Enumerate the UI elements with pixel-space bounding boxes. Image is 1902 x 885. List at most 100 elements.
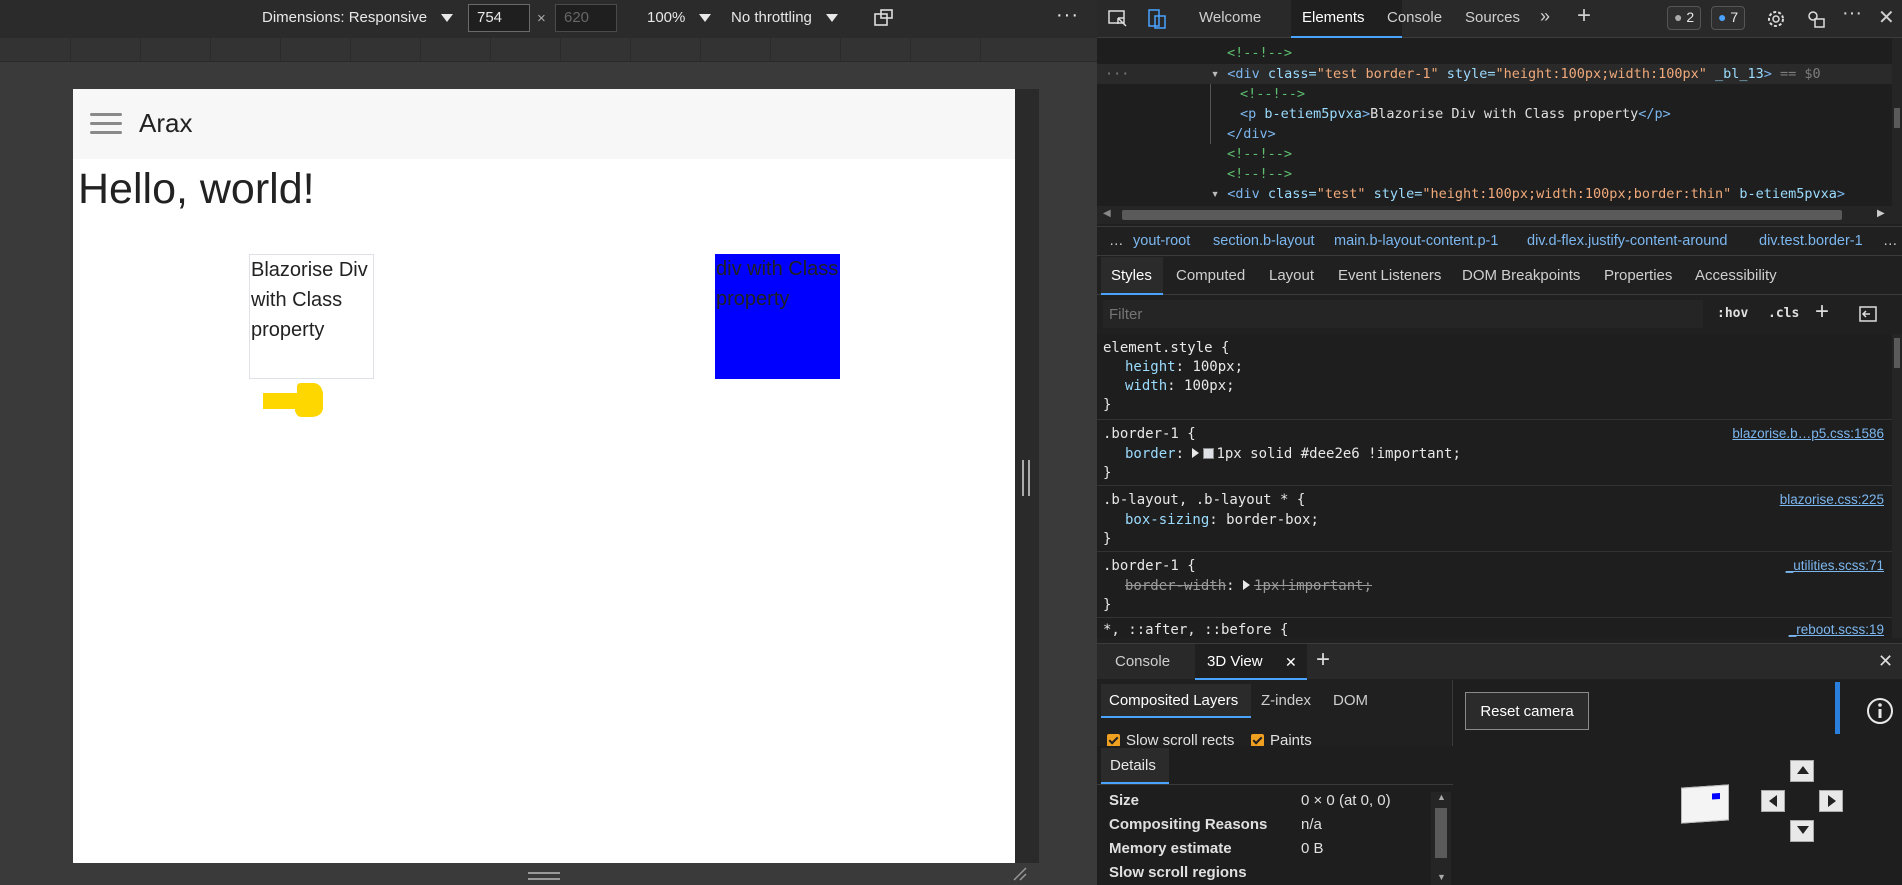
zoom-dropdown[interactable]: 100% [647, 9, 712, 26]
add-drawer-tab-icon[interactable]: + [1316, 646, 1330, 674]
devtools-panel: Welcome Elements Console Sources » + ● 2… [1097, 0, 1902, 885]
settings-gear-icon[interactable] [1765, 8, 1787, 30]
node-ellipsis-icon[interactable]: ··· [1105, 66, 1129, 82]
throttling-dropdown[interactable]: No throttling [731, 9, 838, 26]
pan-down-button[interactable] [1790, 820, 1814, 842]
rule-property[interactable]: border: 1px solid #dee2e6 !important; [1125, 446, 1461, 462]
tab-welcome[interactable]: Welcome [1199, 9, 1261, 26]
corner-resize-icon[interactable] [1012, 866, 1028, 882]
styles-scrollbar[interactable] [1892, 334, 1902, 638]
dom-line[interactable]: <!--!--> [1227, 146, 1292, 162]
slider-track[interactable] [1835, 682, 1840, 734]
pan-left-button[interactable] [1761, 790, 1785, 812]
breadcrumb-item[interactable]: … [1883, 233, 1898, 249]
rule-source-link[interactable]: _reboot.scss:19 [1789, 622, 1884, 637]
dom-line[interactable]: <p b-etiem5pvxa>Blazorise Div with Class… [1240, 106, 1671, 122]
inspect-element-icon[interactable] [1107, 8, 1129, 30]
bottom-resize-handle[interactable] [528, 872, 560, 880]
filter-input[interactable] [1103, 300, 1703, 328]
rule-property-overridden[interactable]: border-width: 1px!important; [1125, 578, 1372, 594]
rotate-button[interactable] [873, 8, 895, 28]
device-emulation-area: Dimensions: Responsive 754 × 620 100% No… [0, 0, 1097, 885]
styles-subtabs: Styles Computed Layout Event Listeners D… [1097, 257, 1902, 295]
drawer-tabbar: Console 3D View ✕ + ✕ [1097, 643, 1902, 680]
tab-event-listeners[interactable]: Event Listeners [1338, 267, 1441, 284]
rule-source-link[interactable]: blazorise.css:225 [1780, 492, 1884, 507]
more-tabs-icon[interactable]: » [1540, 6, 1550, 27]
close-tab-icon[interactable]: ✕ [1285, 654, 1297, 671]
drawer-tab-console[interactable]: Console [1115, 653, 1170, 670]
breadcrumb-item[interactable]: … [1109, 233, 1124, 249]
tab-dom-breakpoints[interactable]: DOM Breakpoints [1462, 267, 1580, 284]
resize-handle[interactable] [1022, 460, 1030, 496]
rule-property[interactable]: box-sizing: border-box; [1125, 512, 1319, 528]
tab-styles[interactable]: Styles [1111, 267, 1152, 284]
tab-computed[interactable]: Computed [1176, 267, 1245, 284]
more-options-icon[interactable]: ··· [1056, 4, 1079, 27]
rule-source-link[interactable]: blazorise.b…p5.css:1586 [1732, 426, 1884, 441]
style-rule: .b-layout, .b-layout * { blazorise.css:2… [1097, 486, 1892, 552]
dimensions-dropdown[interactable]: Dimensions: Responsive [262, 9, 454, 26]
messages-badge[interactable]: ● 7 [1711, 6, 1746, 30]
rule-selector[interactable]: .border-1 { [1103, 558, 1196, 574]
close-devtools-icon[interactable]: ✕ [1878, 5, 1895, 30]
cls-toggle[interactable]: .cls [1768, 306, 1799, 321]
reset-camera-button[interactable]: Reset camera [1465, 692, 1589, 730]
hscroll-thumb[interactable] [1122, 210, 1842, 220]
hov-toggle[interactable]: :hov [1717, 306, 1748, 321]
style-rule: .border-1 { _utilities.scss:71 border-wi… [1097, 552, 1892, 618]
info-icon[interactable] [1865, 696, 1895, 726]
tab-z-index[interactable]: Z-index [1261, 692, 1311, 709]
hamburger-menu-icon[interactable] [73, 89, 133, 159]
toggle-sidebar-icon[interactable] [1859, 306, 1877, 322]
devtools-menu-icon[interactable]: ··· [1842, 2, 1862, 25]
pan-up-button[interactable] [1790, 760, 1814, 782]
breadcrumb-item[interactable]: div.d-flex.justify-content-around [1527, 233, 1727, 249]
dom-line[interactable]: </div> [1227, 126, 1276, 142]
detail-label: Compositing Reasons [1109, 816, 1268, 833]
device-toolbar-icon[interactable] [1146, 8, 1168, 30]
zoom-label: 100% [647, 9, 686, 26]
style-rule: *, ::after, ::before { _reboot.scss:19 [1097, 618, 1892, 638]
breadcrumb-item[interactable]: main.b-layout-content.p-1 [1334, 233, 1498, 249]
drawer-tab-3d-view[interactable]: 3D View [1207, 653, 1263, 670]
dom-vscrollbar[interactable] [1892, 38, 1902, 206]
tab-properties[interactable]: Properties [1604, 267, 1672, 284]
issues-badge[interactable]: ● 2 [1667, 6, 1702, 30]
tab-dom[interactable]: DOM [1333, 692, 1368, 709]
dom-hscrollbar[interactable]: ◀ ▶ [1097, 206, 1902, 224]
rule-source-link[interactable]: _utilities.scss:71 [1786, 558, 1884, 573]
rule-property[interactable]: height: 100px; [1125, 359, 1243, 375]
details-scrollbar[interactable]: ▲ ▼ [1431, 792, 1451, 885]
add-tab-icon[interactable]: + [1577, 2, 1591, 30]
dom-line-selected[interactable]: ▾ <div class="test border-1" style="heig… [1211, 66, 1821, 82]
tab-layout[interactable]: Layout [1269, 267, 1314, 284]
rule-selector[interactable]: .b-layout, .b-layout * { [1103, 492, 1305, 508]
new-style-rule-icon[interactable]: + [1815, 298, 1829, 326]
pan-right-button[interactable] [1819, 790, 1843, 812]
tab-elements[interactable]: Elements [1302, 9, 1365, 26]
tab-accessibility[interactable]: Accessibility [1695, 267, 1777, 284]
breadcrumb-item[interactable]: div.test.border-1 [1759, 233, 1863, 249]
width-input[interactable]: 754 [468, 4, 530, 32]
dom-line[interactable]: <!--!--> [1227, 45, 1292, 61]
feedback-icon[interactable] [1805, 8, 1827, 30]
tab-console[interactable]: Console [1387, 9, 1442, 26]
rule-selector[interactable]: .border-1 { [1103, 426, 1196, 442]
height-input[interactable]: 620 [555, 4, 617, 32]
rule-selector[interactable]: element.style { [1103, 340, 1229, 356]
breadcrumb-item[interactable]: yout-root [1133, 233, 1190, 249]
3d-layer-preview[interactable] [1681, 784, 1729, 824]
times-symbol: × [537, 10, 546, 27]
rule-selector[interactable]: *, ::after, ::before { [1103, 622, 1288, 638]
rule-property[interactable]: width: 100px; [1125, 378, 1235, 394]
brand-name[interactable]: Arax [139, 108, 192, 139]
details-tab[interactable]: Details [1101, 748, 1169, 784]
dom-line[interactable]: ▾ <div class="test" style="height:100px;… [1211, 186, 1845, 202]
close-drawer-icon[interactable]: ✕ [1878, 651, 1893, 672]
breadcrumb-item[interactable]: section.b-layout [1213, 233, 1315, 249]
tab-sources[interactable]: Sources [1465, 9, 1520, 26]
dom-line[interactable]: <!--!--> [1240, 86, 1305, 102]
dom-line[interactable]: <!--!--> [1227, 166, 1292, 182]
tab-composited-layers[interactable]: Composited Layers [1109, 692, 1238, 709]
